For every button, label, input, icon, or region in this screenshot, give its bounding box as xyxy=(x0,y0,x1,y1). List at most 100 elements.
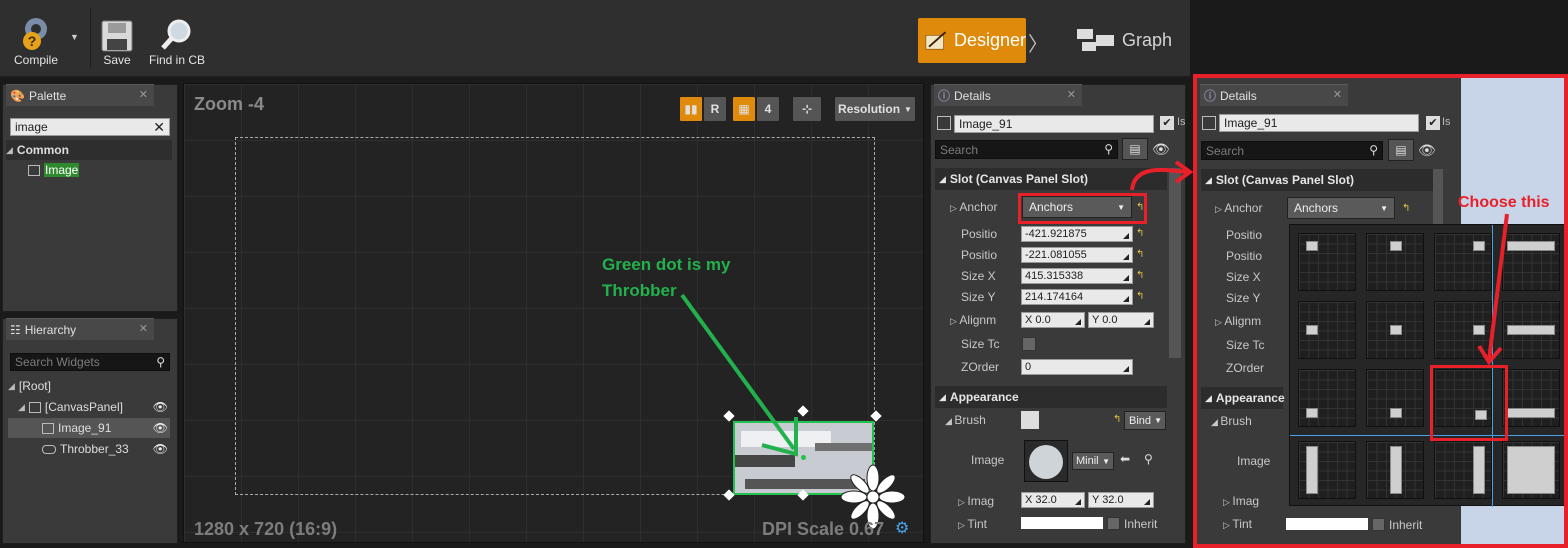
layout-toggle-button[interactable]: ▮▮ xyxy=(679,96,703,122)
search-icon: ⚲ xyxy=(1104,142,1113,156)
anchor-preset-center-left[interactable] xyxy=(1298,301,1356,359)
graph-mode-button[interactable]: Graph xyxy=(1076,20,1176,60)
respect-locks-button[interactable]: R xyxy=(703,96,727,122)
zorder-value: 0 xyxy=(1025,361,1032,373)
visibility-eye-icon[interactable]: 👁 xyxy=(153,442,168,456)
widget-name-input[interactable]: Image_91 xyxy=(1219,114,1419,132)
reset-icon[interactable]: ↰ xyxy=(1113,415,1123,425)
palette-category[interactable]: ◢ Common xyxy=(6,140,172,160)
is-variable-checkbox[interactable]: ✔ xyxy=(1426,116,1440,130)
alignment-x-field[interactable]: X 0.0 xyxy=(1021,312,1085,328)
reset-icon[interactable]: ↰ xyxy=(1136,229,1146,239)
hierarchy-item-throbber33[interactable]: Throbber_33 👁 xyxy=(8,439,170,459)
appearance-section-header[interactable]: ◢ Appearance xyxy=(1201,387,1285,409)
slot-section-header[interactable]: ◢ Slot (Canvas Panel Slot) xyxy=(1201,169,1433,191)
anchor-preset-left-stretch[interactable] xyxy=(1298,441,1356,499)
anchors-dropdown[interactable]: Anchors ▼ xyxy=(1287,197,1395,219)
tab-hierarchy[interactable]: ☷ Hierarchy ✕ xyxy=(6,318,154,340)
position-y-field[interactable]: -221.081055 xyxy=(1021,247,1133,263)
compile-button[interactable]: ? Compile xyxy=(8,6,64,70)
image-asset-preview xyxy=(1029,445,1063,479)
widget-name-input[interactable]: Image_91 xyxy=(954,115,1154,133)
reset-icon[interactable]: ↰ xyxy=(1136,250,1146,260)
position-y-label: Positio xyxy=(1226,249,1263,263)
tint-color-swatch[interactable] xyxy=(1021,517,1103,529)
close-icon[interactable]: ✕ xyxy=(139,88,148,101)
details-search-placeholder: Search xyxy=(940,142,979,157)
image-asset-thumbnail[interactable] xyxy=(1024,440,1068,482)
zoom-to-fit-button[interactable]: ⊹ xyxy=(792,96,822,122)
image-size-x-field[interactable]: X 32.0 xyxy=(1021,492,1085,508)
anchor-preset-center[interactable] xyxy=(1366,301,1424,359)
search-icon: ⚲ xyxy=(156,355,165,369)
chevron-down-icon: ▼ xyxy=(1102,456,1110,466)
info-icon: ⓘ xyxy=(938,89,951,103)
use-selected-arrow-icon[interactable]: ⬅ xyxy=(1120,452,1130,466)
find-in-cb-button[interactable]: Find in CB xyxy=(146,6,208,70)
reset-icon[interactable]: ↰ xyxy=(1402,204,1412,214)
anchor-preset-right-stretch[interactable] xyxy=(1434,441,1492,499)
position-x-field[interactable]: -421.921875 xyxy=(1021,226,1133,242)
image-asset-dropdown[interactable]: Minil ▼ xyxy=(1072,452,1114,470)
svg-text:?: ? xyxy=(28,33,37,49)
bind-dropdown[interactable]: Bind ▼ xyxy=(1124,411,1166,430)
tab-palette[interactable]: 🎨 Palette ✕ xyxy=(6,84,154,106)
anchors-label: ▷ Anchor xyxy=(1215,201,1263,215)
hierarchy-item-canvaspanel[interactable]: ◢ [CanvasPanel] 👁 xyxy=(18,397,170,417)
designer-canvas[interactable]: Zoom -4 ▮▮ R ▦ 4 ⊹ Resolution ▼ Green do… xyxy=(183,83,924,543)
search-icon: ⚲ xyxy=(1369,143,1378,157)
anchor-preset-bottom-left[interactable] xyxy=(1298,369,1356,427)
palette-search-input[interactable]: image ✕ xyxy=(10,118,170,136)
hierarchy-item-image91[interactable]: Image_91 👁 xyxy=(8,418,170,438)
size-x-field[interactable]: 415.315338 xyxy=(1021,268,1133,284)
close-icon[interactable]: ✕ xyxy=(1333,88,1342,101)
alignment-label: ▷ Alignm xyxy=(1215,314,1262,328)
resolution-dropdown[interactable]: Resolution ▼ xyxy=(834,96,916,122)
hierarchy-search-input[interactable]: Search Widgets ⚲ xyxy=(10,353,170,371)
widget-type-icon xyxy=(1202,116,1216,130)
visibility-eye-icon[interactable]: 👁 xyxy=(153,400,168,414)
size-y-field[interactable]: 214.174164 xyxy=(1021,289,1133,305)
reset-icon[interactable]: ↰ xyxy=(1136,271,1146,281)
grid-size-dropdown[interactable]: 4 xyxy=(756,96,780,122)
anchor-preset-vcenter-stretch[interactable] xyxy=(1366,441,1424,499)
hierarchy-item-root[interactable]: ◢ [Root] xyxy=(8,376,51,396)
is-variable-checkbox[interactable]: ✔ xyxy=(1160,116,1174,130)
zorder-field[interactable]: 0 xyxy=(1021,359,1133,375)
inherit-checkbox[interactable] xyxy=(1372,518,1385,531)
visibility-eye-icon[interactable]: 👁 xyxy=(153,421,168,435)
inherit-checkbox[interactable] xyxy=(1107,517,1120,530)
save-button[interactable]: Save xyxy=(96,6,138,70)
anchor-preset-bottom-stretch[interactable] xyxy=(1502,369,1560,427)
anchor-preset-top-left[interactable] xyxy=(1298,233,1356,291)
visibility-eye-icon[interactable]: 👁 xyxy=(1418,142,1436,159)
anchor-preset-bottom-center[interactable] xyxy=(1366,369,1424,427)
details-tab-label: Details xyxy=(954,88,991,103)
close-icon[interactable]: ✕ xyxy=(1067,88,1076,101)
details-search-input[interactable]: Search ⚲ xyxy=(1201,141,1383,160)
details-search-input[interactable]: Search ⚲ xyxy=(935,140,1118,159)
anchor-preset-full-stretch[interactable] xyxy=(1502,441,1560,499)
close-icon[interactable]: ✕ xyxy=(139,322,148,335)
expand-icon: ◢ xyxy=(8,380,15,391)
size-to-content-checkbox[interactable] xyxy=(1022,337,1036,351)
dpi-settings-icon[interactable]: ⚙ xyxy=(895,518,909,538)
property-matrix-button[interactable]: ▤ xyxy=(1388,139,1414,161)
tab-details[interactable]: ⓘ Details ✕ xyxy=(934,84,1082,106)
reset-icon[interactable]: ↰ xyxy=(1136,292,1146,302)
palette-item-image[interactable]: Image xyxy=(28,160,80,180)
tab-details-zoomed[interactable]: ⓘ Details ✕ xyxy=(1200,84,1348,106)
image-size-y-field[interactable]: Y 32.0 xyxy=(1088,492,1154,508)
clear-icon[interactable]: ✕ xyxy=(153,119,165,136)
widget-type-icon xyxy=(937,116,951,130)
chevron-down-icon[interactable]: ▼ xyxy=(70,32,80,42)
appearance-section-header[interactable]: ◢ Appearance xyxy=(935,386,1167,408)
details-scrollbar[interactable] xyxy=(1169,168,1181,358)
alignment-y-field[interactable]: Y 0.0 xyxy=(1088,312,1154,328)
grid-snap-button[interactable]: ▦ xyxy=(732,96,756,122)
anchor-preset-top-center[interactable] xyxy=(1366,233,1424,291)
designer-mode-button[interactable]: Designer xyxy=(918,18,1026,63)
tint-color-swatch[interactable] xyxy=(1286,518,1368,530)
browse-search-icon[interactable]: ⚲ xyxy=(1144,452,1153,466)
size-y-value: 214.174164 xyxy=(1025,291,1084,303)
